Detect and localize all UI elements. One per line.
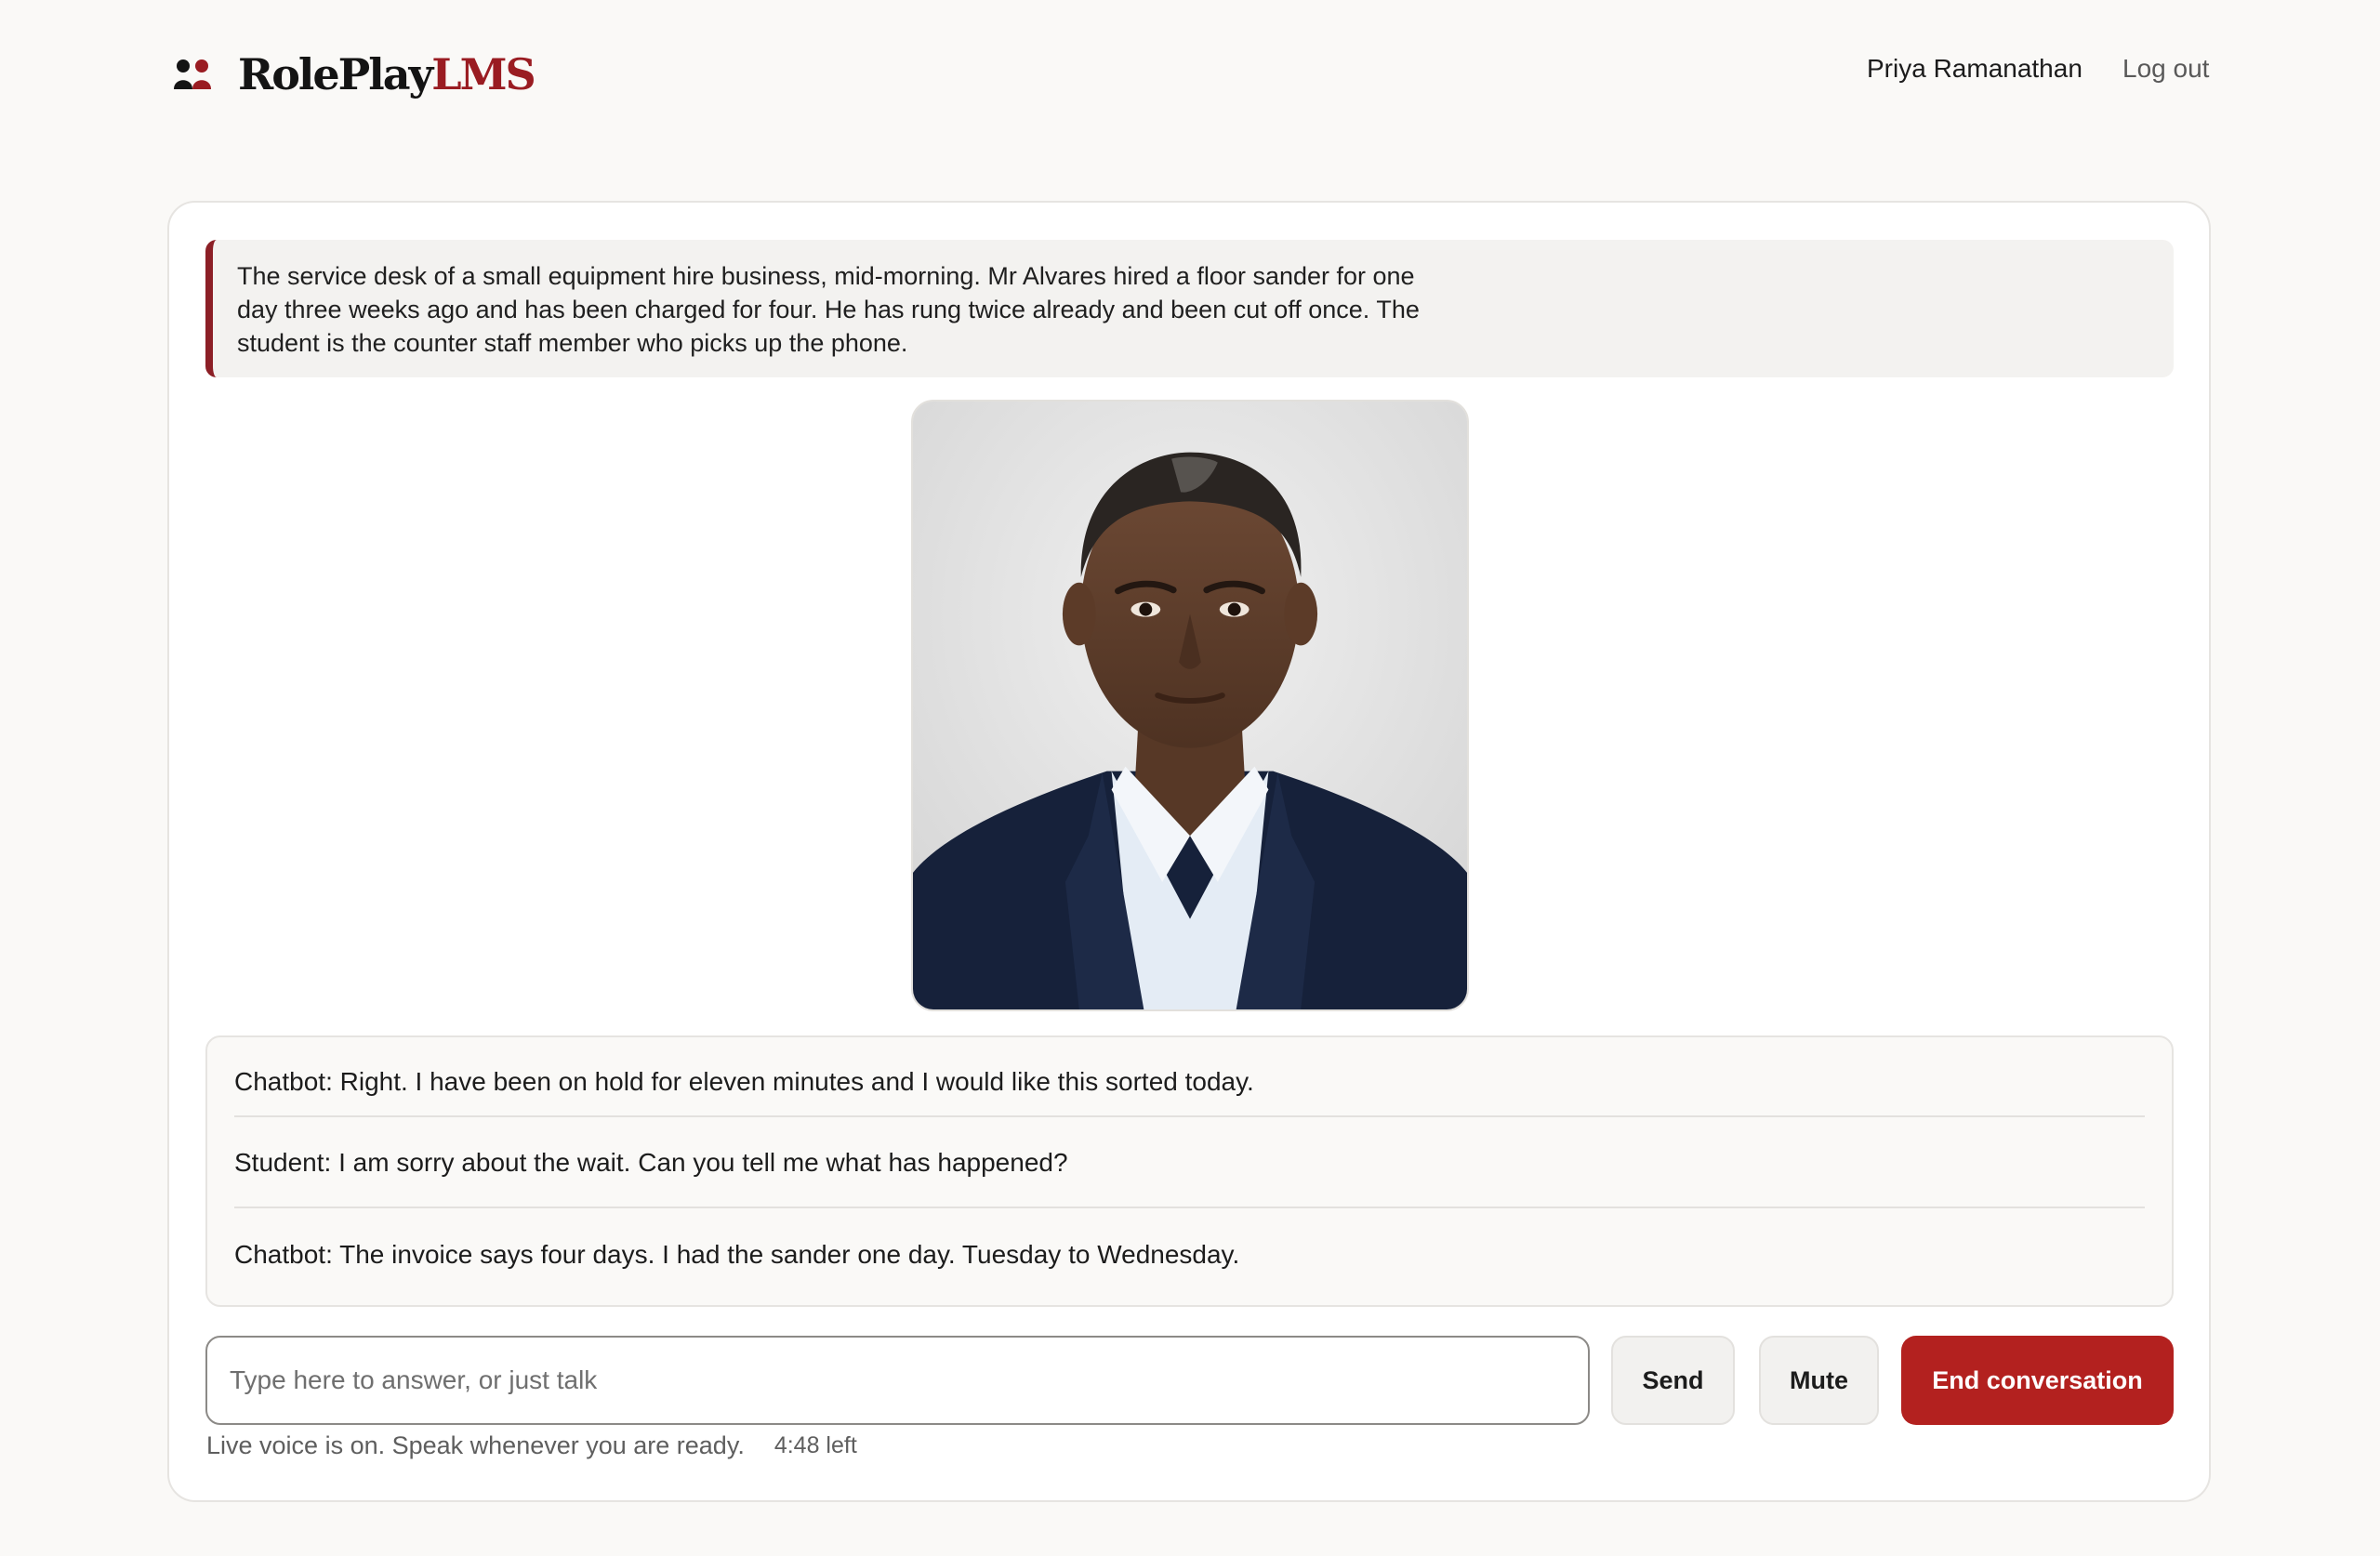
voice-status-text: Live voice is on. Speak whenever you are… [206, 1431, 745, 1459]
end-conversation-button[interactable]: End conversation [1901, 1336, 2174, 1425]
transcript-message: Chatbot: Right. I have been on hold for … [234, 1037, 2145, 1117]
brand-name-role: RolePlay [238, 49, 433, 99]
voice-status: Live voice is on. Speak whenever you are… [206, 1429, 857, 1462]
brand-name-lms: LMS [431, 49, 536, 99]
transcript-message: Student: I am sorry about the wait. Can … [234, 1117, 2145, 1208]
brand-name: RolePlayLMS [238, 53, 536, 96]
top-bar: RolePlayLMS Priya Ramanathan Log out [0, 0, 2380, 139]
character-portrait-image [913, 402, 1467, 1009]
two-people-icon [174, 59, 211, 89]
logout-link[interactable]: Log out [2122, 52, 2209, 86]
scenario-text: The service desk of a small equipment hi… [237, 262, 1420, 357]
transcript-message: Chatbot: The invoice says four days. I h… [234, 1240, 1240, 1269]
scenario-brief: The service desk of a small equipment hi… [205, 240, 2174, 377]
brand-logo[interactable]: RolePlayLMS [173, 48, 536, 100]
character-portrait [911, 400, 1469, 1011]
time-remaining: 4:48 left [774, 1432, 857, 1458]
send-button[interactable]: Send [1611, 1336, 1735, 1425]
conversation-transcript: Chatbot: Right. I have been on hold for … [205, 1035, 2174, 1307]
user-name[interactable]: Priya Ramanathan [1867, 52, 2082, 86]
mute-button[interactable]: Mute [1759, 1336, 1879, 1425]
answer-input[interactable] [205, 1336, 1590, 1425]
